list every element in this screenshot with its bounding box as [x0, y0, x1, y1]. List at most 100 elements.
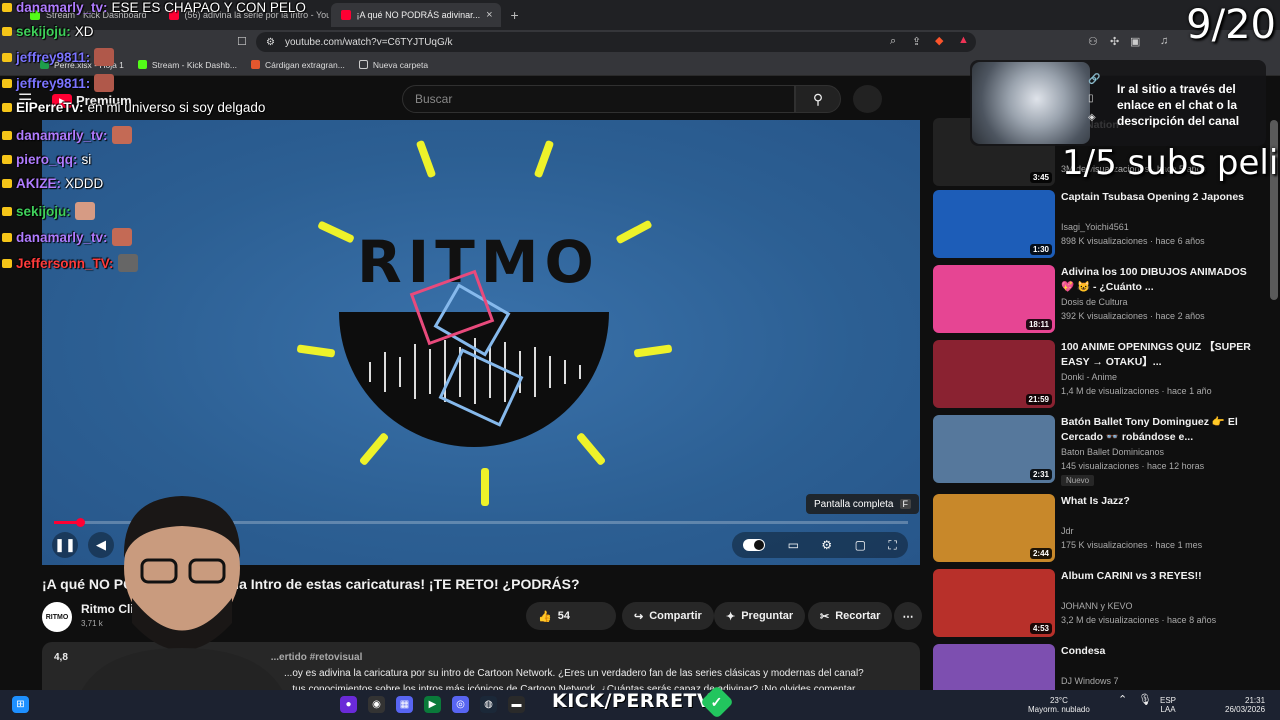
recommendation-item[interactable]: 18:11 Adivina los 100 DIBUJOS ANIMADOS 💖 … [933, 265, 1263, 333]
puzzle-icon[interactable]: ✣ [1110, 35, 1119, 48]
folder-icon [358, 60, 368, 69]
recommendation-item[interactable]: 2:44 What Is Jazz? Jdr 175 K visualizacione… [933, 494, 1263, 562]
subtitles-icon[interactable]: ▭ [788, 538, 799, 552]
bookmark-kick[interactable]: Stream - Kick Dashb... [137, 59, 237, 70]
tab-current-video[interactable]: ¡A qué NO PODRÁS adivinar... × [330, 3, 501, 27]
video-thumbnail[interactable]: 1:30 [933, 190, 1055, 258]
ask-button[interactable]: ✦ Preguntar [714, 602, 806, 630]
recommendation-title[interactable]: 100 ANIME OPENINGS QUIZ 【SUPER EASY → OT… [1061, 340, 1261, 370]
bookmark-label: Nueva carpeta [372, 59, 429, 70]
close-tab-icon[interactable]: × [486, 9, 492, 21]
video-thumbnail[interactable]: 18:11 [933, 265, 1055, 333]
bookmark-folder[interactable]: Nueva carpeta [358, 59, 429, 70]
recommendation-title[interactable]: Condesa [1061, 644, 1261, 659]
chat-username[interactable]: sekijoju: [16, 204, 71, 219]
recommendation-item[interactable]: 2:31 Batón Ballet Tony Dominguez 👉 El Cer… [933, 415, 1263, 486]
app-icon[interactable]: ▬ [508, 696, 525, 713]
chat-text: XDDD [65, 176, 104, 191]
steam-icon[interactable]: ◍ [480, 696, 497, 713]
duration-badge: 1:30 [1029, 244, 1052, 255]
shop-icon [250, 60, 260, 69]
voice-search-button[interactable] [853, 85, 882, 113]
mic-icon[interactable]: 🎙 [1138, 695, 1152, 706]
bookmark-icon[interactable]: ☐ [237, 35, 247, 48]
crown-badge-icon [2, 3, 12, 12]
autoplay-toggle[interactable] [743, 539, 766, 551]
tooltip-shortcut: F [899, 499, 911, 509]
recommendation-channel[interactable]: Jdr [1061, 526, 1074, 536]
chat-username[interactable]: sekijoju: [16, 24, 71, 39]
share-button[interactable]: ↪ Compartir [622, 602, 714, 630]
recommendation-item[interactable]: 4:53 Album CARINI vs 3 REYES!! JOHANN y KE… [933, 569, 1263, 637]
chat-username[interactable]: jeffrey9811: [16, 50, 90, 65]
recommendation-channel[interactable]: Baton Ballet Dominicanos [1061, 447, 1164, 457]
tab-label: ¡A qué NO PODRÁS adivinar... [356, 10, 481, 20]
recommendation-title[interactable]: Captain Tsubasa Opening 2 Japones [1061, 190, 1261, 205]
app-icon[interactable]: ▦ [396, 696, 413, 713]
chevron-up-icon[interactable]: ⌃ [1118, 695, 1127, 706]
video-thumbnail[interactable]: 2:31 [933, 415, 1055, 483]
webcam-streamer [72, 496, 292, 720]
recommendation-channel[interactable]: Donki - Anime [1061, 372, 1117, 382]
clip-button[interactable]: ✂ Recortar [808, 602, 893, 630]
bookmark-cardigan[interactable]: Cárdigan extragran... [250, 60, 345, 70]
recommendation-item[interactable]: 21:59 100 ANIME OPENINGS QUIZ 【SUPER EASY… [933, 340, 1263, 408]
settings-gear-icon[interactable]: ⚙ [821, 538, 832, 552]
chat-emote [74, 202, 95, 220]
chat-username[interactable]: danamarly_tv: [16, 128, 108, 143]
recommendation-channel[interactable]: JOHANN y KEVO [1061, 601, 1133, 611]
new-tab-button[interactable]: + [503, 7, 527, 23]
recommendation-title[interactable]: Batón Ballet Tony Dominguez 👉 El Cercado… [1061, 415, 1261, 445]
chat-username[interactable]: Jeffersonn_TV: [16, 256, 114, 271]
more-actions-button[interactable]: ⋯ [894, 602, 922, 630]
clip-label: Recortar [835, 610, 881, 622]
screen: Stream - Kick Dashboard (56) adivina la … [0, 0, 1280, 720]
video-thumbnail[interactable]: 21:59 [933, 340, 1055, 408]
bookmark-label: Stream - Kick Dashb... [151, 59, 237, 70]
chat-username[interactable]: jeffrey9811: [16, 76, 90, 91]
language-indicator[interactable]: ESP LAA [1160, 696, 1176, 714]
media-icon[interactable]: ♫ [1160, 35, 1168, 47]
discord-icon[interactable]: ◎ [452, 696, 469, 713]
new-badge: Nuevo [1061, 475, 1095, 486]
chat-message: jeffrey9811: [2, 74, 115, 92]
zoom-icon[interactable]: ⌕ [890, 35, 896, 48]
brave-shield-icon[interactable]: ◆ [935, 34, 943, 47]
chat-username[interactable]: danamarly_tv: [16, 0, 108, 15]
chat-username[interactable]: danamarly_tv: [16, 230, 108, 245]
share-icon[interactable]: ⇪ [912, 35, 921, 48]
video-thumbnail[interactable]: 4:53 [933, 569, 1055, 637]
search-button[interactable]: ⚲ [795, 85, 841, 113]
recommendation-channel[interactable]: DJ Windows 7 [1061, 676, 1119, 686]
recommendation-channel[interactable]: Dosis de Cultura [1061, 297, 1128, 307]
video-thumbnail[interactable]: 2:44 [933, 494, 1055, 562]
lang-layout: LAA [1160, 705, 1176, 714]
clock[interactable]: 21:31 26/03/2026 [1225, 696, 1265, 714]
chat-username[interactable]: AKIZE: [16, 176, 61, 191]
waveform-bar [369, 362, 371, 382]
weather-widget[interactable]: 23°C Mayorm. nublado [1028, 696, 1090, 714]
theater-mode-icon[interactable]: ▢ [855, 538, 866, 552]
app-icon[interactable]: ● [340, 696, 357, 713]
search-input[interactable]: Buscar [402, 85, 795, 113]
address-bar[interactable]: ⚙ youtube.com/watch?v=C6TYJTUqG/k [256, 32, 976, 52]
recommendation-channel[interactable]: Isagi_Yoichi4561 [1061, 222, 1129, 232]
obs-icon[interactable]: ◉ [368, 696, 385, 713]
recommendation-title[interactable]: Album CARINI vs 3 REYES!! [1061, 569, 1261, 584]
app-icon[interactable]: ▶ [424, 696, 441, 713]
waveform-bar [429, 349, 431, 394]
duration-badge: 18:11 [1025, 319, 1052, 330]
windows-start-icon[interactable]: ⊞ [12, 696, 29, 713]
ask-label: Preguntar [741, 610, 794, 622]
rewards-icon[interactable]: ▲ [958, 34, 969, 46]
recommendation-title[interactable]: What Is Jazz? [1061, 494, 1261, 509]
fullscreen-icon[interactable]: ⛶ [888, 538, 896, 553]
recommendation-title[interactable]: Adivina los 100 DIBUJOS ANIMADOS 💖 😺 - ¿… [1061, 265, 1261, 295]
sidebar-icon[interactable]: ▣ [1130, 35, 1140, 48]
like-button[interactable]: 👍 54 [526, 602, 616, 630]
site-info-icon[interactable]: ⚙ [266, 37, 275, 48]
chat-username[interactable]: ElPerreTv: [16, 100, 84, 115]
extension-icon[interactable]: ⚇ [1088, 35, 1098, 48]
recommendation-item[interactable]: 1:30 Captain Tsubasa Opening 2 Japones Isa… [933, 190, 1263, 258]
chat-username[interactable]: piero_qq: [16, 152, 78, 167]
